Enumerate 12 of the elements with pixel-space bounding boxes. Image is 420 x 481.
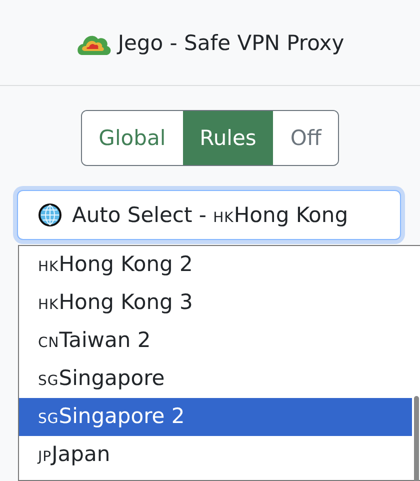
app-title: Jego - Safe VPN Proxy [118, 30, 344, 54]
scrollbar[interactable] [414, 396, 419, 481]
mode-tab[interactable]: Global [82, 111, 183, 165]
mode-tab[interactable]: Off [273, 111, 338, 165]
server-option[interactable]: CNTaiwan 2 [19, 322, 412, 360]
server-option[interactable]: HKHong Kong 3 [19, 284, 412, 322]
server-option[interactable]: HKHong Kong 2 [19, 246, 412, 284]
server-option[interactable]: JPJapan [19, 436, 412, 474]
globe-icon [38, 203, 62, 227]
server-option[interactable]: SGSingapore [19, 360, 412, 398]
mode-tab[interactable]: Rules [182, 111, 274, 165]
server-option[interactable]: SGSingapore 2 [19, 398, 412, 436]
